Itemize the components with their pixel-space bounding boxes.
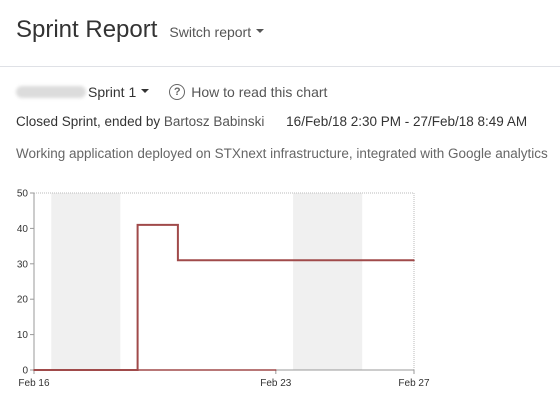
header-divider xyxy=(0,66,560,67)
x-tick-label: Feb 16 xyxy=(18,378,50,389)
burndown-chart: 0 10 20 30 40 50 Feb 16 Feb 23 Feb 27 xyxy=(17,189,430,390)
y-tick-label: 40 xyxy=(17,224,29,235)
redacted-board-name xyxy=(16,86,86,98)
data-point xyxy=(177,224,179,226)
report-header: Sprint Report Switch report xyxy=(16,16,265,52)
non-working-day-band xyxy=(293,193,363,370)
data-point xyxy=(33,369,35,371)
how-to-read-chart-link[interactable]: ? How to read this chart xyxy=(169,84,327,100)
chevron-down-icon xyxy=(256,29,265,33)
status-user-link[interactable]: Bartosz Babinski xyxy=(164,114,265,129)
y-tick-label: 50 xyxy=(17,189,29,200)
y-tick-label: 10 xyxy=(17,330,29,341)
sprint-dates: 16/Feb/18 2:30 PM - 27/Feb/18 8:49 AM xyxy=(286,114,528,129)
y-tick-label: 20 xyxy=(17,295,29,306)
data-point xyxy=(136,224,139,226)
status-prefix: Closed Sprint, ended by xyxy=(16,114,161,129)
page-title: Sprint Report xyxy=(16,16,158,43)
data-point xyxy=(413,259,415,262)
x-tick-label: Feb 23 xyxy=(260,378,292,389)
non-working-day-band xyxy=(51,193,121,370)
y-tick-label: 30 xyxy=(17,259,29,270)
sprint-select-label: Sprint 1 xyxy=(88,84,137,100)
y-tick-label: 0 xyxy=(22,366,28,377)
help-icon: ? xyxy=(169,84,186,100)
sprint-status: Closed Sprint, ended by Bartosz Babinski… xyxy=(16,114,527,129)
data-point xyxy=(177,259,179,262)
sprint-select-dropdown[interactable]: Sprint 1 xyxy=(88,84,150,100)
x-tick-label: Feb 27 xyxy=(398,378,430,389)
chevron-down-icon xyxy=(141,89,150,93)
sprint-goal-description: Working application deployed on STXnext … xyxy=(16,146,548,161)
data-point xyxy=(275,369,277,371)
how-to-read-chart-label: How to read this chart xyxy=(191,84,328,100)
switch-report-dropdown[interactable]: Switch report xyxy=(169,24,265,40)
switch-report-label: Switch report xyxy=(169,24,252,40)
sprint-selector-row: Sprint 1 ? How to read this chart xyxy=(16,82,327,102)
